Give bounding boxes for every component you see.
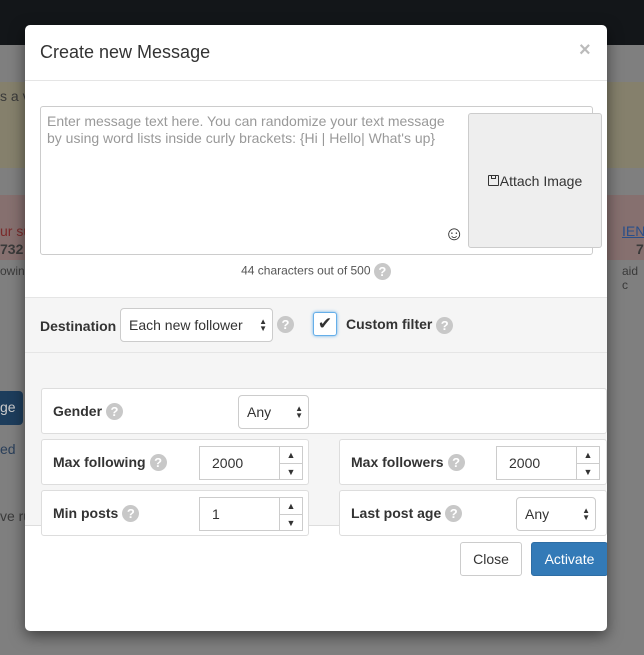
character-counter: 44 characters out of 500 ? [25,263,607,280]
help-icon[interactable]: ? [373,263,391,280]
char-count-text: 44 characters out of 500 [241,263,371,278]
select-arrows-icon: ▲ ▼ [582,506,590,522]
help-icon[interactable]: ? [436,316,454,334]
max-followers-filter: Max followers? ▲▼ [339,439,607,485]
chevron-down-icon[interactable]: ▼ [280,463,302,479]
attach-image-button[interactable]: Attach Image [468,113,602,248]
max-following-label: Max following [53,454,146,470]
max-following-input[interactable] [200,447,278,479]
destination-select[interactable]: Each new follower ▲ ▼ [120,308,273,342]
help-icon[interactable]: ? [447,453,465,471]
custom-filter-label: Custom filter ? [346,316,454,334]
chevron-down-icon[interactable]: ▼ [280,514,302,530]
help-icon[interactable]: ? [149,453,167,471]
max-followers-label: Max followers [351,454,444,470]
help-icon[interactable]: ? [445,504,463,522]
min-posts-label: Min posts [53,505,119,521]
last-post-age-filter: Last post age? Any ▲ ▼ [339,490,607,536]
select-arrows-icon: ▲ ▼ [259,317,267,333]
close-icon[interactable]: × [579,39,607,62]
modal-header: Create new Message × [25,25,607,81]
create-message-modal: Create new Message × ☺ Attach Image 44 c… [25,25,607,631]
min-posts-stepper: ▲▼ [199,497,303,531]
gender-select[interactable]: Any ▲ ▼ [238,395,309,429]
help-icon[interactable]: ? [106,402,124,420]
destination-label: Destination [40,318,117,334]
bg-button: ge [0,391,23,425]
message-editor: ☺ Attach Image [40,106,602,255]
chevron-up-icon[interactable]: ▲ [280,498,302,514]
chevron-up-icon[interactable]: ▲ [577,447,599,463]
bg-text: 7 [636,241,644,257]
floppy-disk-icon [487,175,499,186]
chevron-up-icon[interactable]: ▲ [280,447,302,463]
min-posts-filter: Min posts? ▲▼ [41,490,309,536]
bg-text: 732 [0,241,24,257]
custom-filter-checkbox[interactable]: ✔ [313,312,337,336]
max-following-stepper: ▲▼ [199,446,303,480]
activate-button[interactable]: Activate [531,542,607,576]
max-followers-input[interactable] [497,447,575,479]
last-post-age-label: Last post age [351,505,442,521]
gender-filter: Gender? Any ▲ ▼ [41,388,607,434]
chevron-down-icon[interactable]: ▼ [577,463,599,479]
message-textarea[interactable] [41,107,466,254]
last-post-age-select[interactable]: Any ▲ ▼ [516,497,596,531]
select-arrows-icon: ▲ ▼ [295,404,303,420]
targeting-section: Destination Each new follower ▲ ▼ ? ✔ Cust… [25,297,607,536]
help-icon[interactable]: ? [277,316,294,333]
emoji-icon[interactable]: ☺ [444,223,464,246]
max-followers-stepper: ▲▼ [496,446,600,480]
min-posts-input[interactable] [200,498,278,530]
max-following-filter: Max following? ▲▼ [41,439,309,485]
modal-title: Create new Message [40,42,211,62]
bg-text: aid c [622,264,639,292]
attach-image-label: Attach Image [499,172,583,189]
bg-text: ed [0,441,16,457]
help-icon[interactable]: ? [122,504,140,522]
bg-link: IEN [622,223,644,239]
divider [25,352,607,353]
gender-label: Gender [53,403,103,419]
close-button[interactable]: Close [460,542,522,576]
